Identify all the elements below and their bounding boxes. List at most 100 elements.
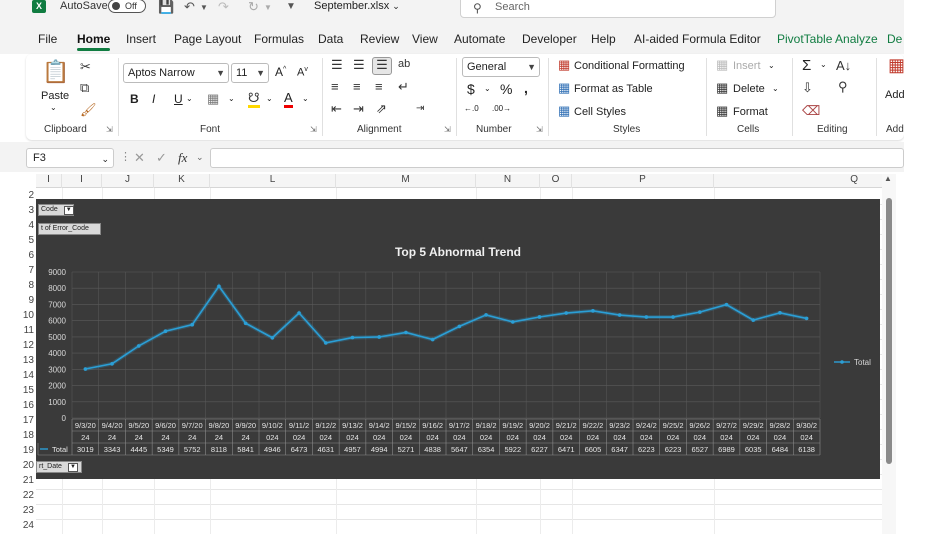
- row-header[interactable]: 16: [0, 400, 36, 411]
- format-painter-icon[interactable]: 🖌: [80, 103, 97, 117]
- name-box[interactable]: F3 ⌄: [26, 148, 114, 168]
- tab-automate[interactable]: Automate: [454, 32, 505, 46]
- align-bottom-icon[interactable]: ☰: [372, 57, 392, 75]
- row-header[interactable]: 15: [0, 385, 36, 396]
- cut-icon[interactable]: ✂: [80, 60, 91, 74]
- format-cells-button[interactable]: Format: [733, 106, 768, 118]
- tab-page-layout[interactable]: Page Layout: [174, 32, 241, 46]
- autosave-toggle[interactable]: Off: [108, 0, 146, 13]
- currency-dropdown-icon[interactable]: ⌄: [484, 84, 491, 93]
- copy-icon[interactable]: ⧉: [80, 81, 89, 95]
- pivot-axis-button[interactable]: rt_Date ▼: [36, 461, 82, 473]
- percent-button[interactable]: %: [500, 81, 512, 97]
- tab-help[interactable]: Help: [591, 32, 616, 46]
- column-header[interactable]: M: [336, 174, 476, 188]
- paste-label[interactable]: Paste: [41, 90, 69, 102]
- insert-dropdown-icon[interactable]: ⌄: [768, 61, 775, 70]
- clear-icon[interactable]: ⌫: [802, 104, 820, 118]
- wrap-text-icon[interactable]: ↵: [398, 80, 409, 94]
- row-header[interactable]: 11: [0, 325, 36, 336]
- row-header[interactable]: 20: [0, 460, 36, 471]
- cell-styles-icon[interactable]: ▦: [558, 104, 570, 118]
- fill-color-dropdown-icon[interactable]: ⌄: [266, 94, 273, 103]
- align-left-icon[interactable]: ≡: [331, 80, 339, 94]
- comma-style-icon[interactable]: ,: [524, 80, 528, 96]
- row-header[interactable]: 14: [0, 370, 36, 381]
- column-header[interactable]: I: [36, 174, 62, 188]
- number-launcher-icon[interactable]: ⇲: [536, 125, 543, 134]
- pivot-chart[interactable]: Code ▼ t of Error_Code Top 5 Abnormal Tre…: [36, 199, 880, 479]
- format-cells-icon[interactable]: ▦: [716, 104, 728, 118]
- autosum-dropdown-icon[interactable]: ⌄: [820, 60, 827, 69]
- decrease-indent-icon[interactable]: ⇤: [331, 102, 342, 116]
- row-header[interactable]: 23: [0, 505, 36, 516]
- align-center-icon[interactable]: ≡: [353, 80, 361, 94]
- fill-color-icon[interactable]: ☋: [248, 91, 260, 108]
- row-header[interactable]: 18: [0, 430, 36, 441]
- repeat-icon[interactable]: ↻: [248, 0, 259, 15]
- tab-pivottable-analyze[interactable]: PivotTable Analyze: [777, 32, 878, 46]
- row-header[interactable]: 5: [0, 235, 36, 246]
- scroll-up-icon[interactable]: ▲: [884, 174, 892, 183]
- row-header[interactable]: 8: [0, 280, 36, 291]
- formula-input[interactable]: [210, 148, 904, 168]
- column-header[interactable]: L: [210, 174, 336, 188]
- underline-button[interactable]: U: [174, 92, 183, 106]
- scroll-thumb[interactable]: [886, 198, 892, 464]
- row-header[interactable]: 17: [0, 415, 36, 426]
- column-header[interactable]: K: [154, 174, 210, 188]
- row-header[interactable]: 9: [0, 295, 36, 306]
- row-header[interactable]: 6: [0, 250, 36, 261]
- tab-insert[interactable]: Insert: [126, 32, 156, 46]
- row-header[interactable]: 24: [0, 520, 36, 531]
- fill-icon[interactable]: ⇩: [802, 81, 813, 95]
- underline-dropdown-icon[interactable]: ⌄: [186, 94, 193, 103]
- sort-filter-icon[interactable]: A↓: [836, 59, 851, 73]
- more-options-icon[interactable]: ⋮: [120, 150, 131, 163]
- tab-design[interactable]: De: [887, 32, 902, 46]
- increase-font-icon[interactable]: A^: [275, 65, 286, 79]
- bold-button[interactable]: B: [130, 92, 139, 106]
- undo-icon[interactable]: ↶: [184, 0, 195, 15]
- merge-center-icon[interactable]: ⇥: [416, 102, 424, 116]
- autosum-icon[interactable]: Σ: [802, 57, 811, 74]
- search-box[interactable]: ⚲ Search: [460, 0, 776, 18]
- enter-icon[interactable]: ✓: [156, 150, 167, 166]
- column-header[interactable]: O: [540, 174, 572, 188]
- decrease-decimal-icon[interactable]: .00→: [492, 104, 511, 113]
- tab-developer[interactable]: Developer: [522, 32, 577, 46]
- tab-home[interactable]: Home: [77, 32, 111, 51]
- column-header[interactable]: P: [572, 174, 714, 188]
- add-ins-button[interactable]: Add: [885, 89, 905, 101]
- row-header[interactable]: 21: [0, 475, 36, 486]
- tab-ai-formula-editor[interactable]: AI-aided Formula Editor: [634, 32, 761, 46]
- borders-dropdown-icon[interactable]: ⌄: [228, 94, 235, 103]
- increase-indent-icon[interactable]: ⇥: [353, 102, 364, 116]
- orientation-icon[interactable]: ab: [398, 57, 410, 71]
- repeat-dropdown-icon[interactable]: ▼: [264, 3, 272, 12]
- column-header[interactable]: Q: [714, 174, 882, 188]
- number-format-select[interactable]: General ▼: [462, 57, 540, 77]
- conditional-formatting-icon[interactable]: ▦: [558, 58, 570, 72]
- column-header[interactable]: N: [476, 174, 540, 188]
- tab-data[interactable]: Data: [318, 32, 343, 46]
- font-color-dropdown-icon[interactable]: ⌄: [302, 94, 309, 103]
- paste-icon[interactable]: 📋: [42, 60, 69, 84]
- row-header[interactable]: 7: [0, 265, 36, 276]
- row-header[interactable]: 13: [0, 355, 36, 366]
- align-top-icon[interactable]: ☰: [331, 58, 343, 72]
- format-as-table-button[interactable]: Format as Table: [574, 83, 653, 95]
- italic-button[interactable]: I: [152, 92, 155, 106]
- add-ins-icon[interactable]: ▦: [888, 56, 905, 74]
- delete-cells-button[interactable]: Delete: [733, 83, 765, 95]
- tab-review[interactable]: Review: [360, 32, 399, 46]
- insert-cells-icon[interactable]: ▦: [716, 58, 728, 72]
- save-icon[interactable]: 💾: [158, 0, 174, 15]
- row-header[interactable]: 2: [0, 190, 36, 201]
- file-name[interactable]: September.xlsx ⌄: [314, 0, 400, 12]
- increase-decimal-icon[interactable]: ←.0: [464, 104, 479, 113]
- row-header[interactable]: 19: [0, 445, 36, 456]
- format-as-table-icon[interactable]: ▦: [558, 81, 570, 95]
- decrease-font-icon[interactable]: Av: [297, 66, 308, 79]
- alignment-launcher-icon[interactable]: ⇲: [444, 125, 451, 134]
